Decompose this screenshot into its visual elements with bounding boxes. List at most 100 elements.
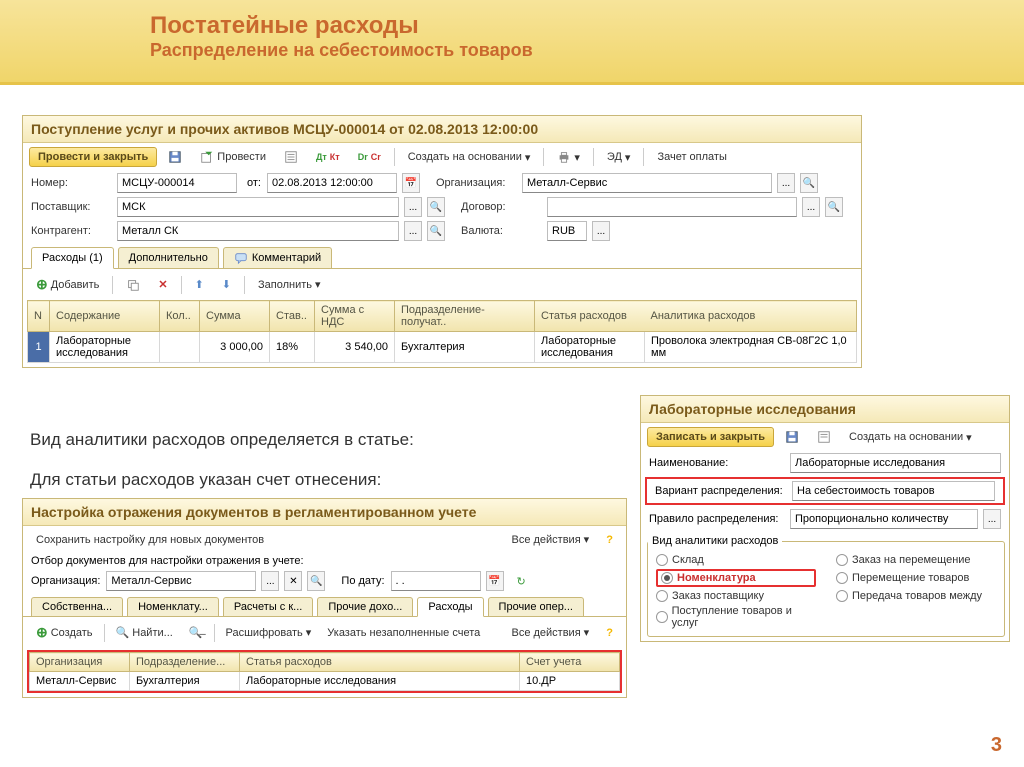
radio-label: Заказ на перемещение	[852, 554, 971, 566]
diskette-icon	[168, 150, 182, 164]
date-field[interactable]	[267, 173, 397, 193]
contract-open-button[interactable]: 🔍	[825, 197, 843, 217]
unfilled-accounts-button[interactable]: Указать незаполненные счета	[320, 624, 487, 642]
radio-поступление-товаров-и-услуг[interactable]: Поступление товаров и услуг	[656, 605, 816, 629]
all-actions-button-2[interactable]: Все действия ▾	[504, 623, 596, 642]
move-down-button[interactable]: ⬇	[215, 275, 238, 294]
radio-label: Поступление товаров и услуг	[672, 605, 816, 629]
table-header-row: N Содержание Кол.. Сумма Став.. Сумма с …	[28, 301, 857, 332]
radio-склад[interactable]: Склад	[656, 554, 816, 566]
refresh-icon: ↻	[517, 575, 526, 588]
org-select-button[interactable]: ...	[777, 173, 795, 193]
save-button-2[interactable]	[778, 427, 806, 447]
article-card-pane: Лабораторные исследования Записать и зак…	[640, 395, 1010, 642]
radio-передача-товаров-между[interactable]: Передача товаров между	[836, 590, 996, 602]
radio-label: Номенклатура	[677, 572, 756, 584]
supplier-open-button[interactable]: 🔍	[427, 197, 445, 217]
payment-offset-button[interactable]: Зачет оплаты	[650, 148, 733, 166]
table-header-row: Организация Подразделение... Статья расх…	[30, 653, 620, 672]
label-from: от:	[247, 177, 261, 189]
help-icon: ?	[606, 627, 613, 639]
x-icon: ✕	[158, 278, 167, 291]
table-row[interactable]: Металл-Сервис Бухгалтерия Лабораторные и…	[30, 672, 620, 691]
tab-comment[interactable]: Комментарий	[223, 247, 332, 268]
radio-заказ-на-перемещение[interactable]: Заказ на перемещение	[836, 554, 996, 566]
contract-field[interactable]	[547, 197, 797, 217]
post-icon	[200, 150, 214, 164]
todate-cal-button[interactable]: 📅	[486, 571, 504, 591]
copy-row-button[interactable]	[119, 275, 147, 295]
currency-field[interactable]	[547, 221, 587, 241]
tab-other-ops[interactable]: Прочие опер...	[488, 597, 584, 616]
save-and-close-button[interactable]: Записать и закрыть	[647, 427, 774, 447]
todate-field[interactable]	[391, 571, 481, 591]
article-card-title: Лабораторные исследования	[641, 396, 1009, 423]
org-filter-open[interactable]: 🔍	[307, 571, 325, 591]
printer-icon	[557, 150, 571, 164]
help-button-2[interactable]: ?	[599, 624, 620, 642]
all-actions-button[interactable]: Все действия ▾	[504, 530, 596, 549]
org-open-button[interactable]: 🔍	[800, 173, 818, 193]
magnifier-icon: 🔍	[116, 626, 130, 639]
move-up-button[interactable]: ⬆	[188, 275, 211, 294]
document-tabs: Расходы (1) Дополнительно Комментарий	[23, 243, 861, 269]
contractor-open-button[interactable]: 🔍	[427, 221, 445, 241]
drcr-button[interactable]: DrCr	[351, 149, 388, 165]
fill-button[interactable]: Заполнить ▾	[251, 275, 328, 294]
supplier-field[interactable]	[117, 197, 399, 217]
label-contractor: Контрагент:	[31, 225, 111, 237]
save-button[interactable]	[161, 147, 189, 167]
report-button-2[interactable]	[810, 427, 838, 447]
rule-select-button[interactable]: ...	[983, 509, 1001, 529]
clear-find-button[interactable]: 🔍̶	[182, 623, 210, 642]
post-button[interactable]: Провести	[193, 147, 273, 167]
tab-own[interactable]: Собственна...	[31, 597, 123, 616]
variant-field[interactable]	[792, 481, 995, 501]
tab-nomen[interactable]: Номенклату...	[127, 597, 219, 616]
print-button[interactable]: ▾	[550, 147, 587, 167]
radio-icon	[656, 590, 668, 602]
org-filter-clear[interactable]: ✕	[284, 571, 302, 591]
rule-field[interactable]	[790, 509, 978, 529]
decode-button[interactable]: Расшифровать ▾	[219, 623, 319, 642]
post-and-close-button[interactable]: Провести и закрыть	[29, 147, 157, 167]
find-button[interactable]: 🔍Найти...	[109, 623, 180, 642]
calendar-button[interactable]: 📅	[402, 173, 420, 193]
create-based-button[interactable]: Создать на основании ▾	[401, 148, 538, 167]
contractor-field[interactable]	[117, 221, 399, 241]
create-button[interactable]: ⊕Создать	[29, 621, 100, 644]
add-row-button[interactable]: ⊕ Добавить	[29, 273, 106, 296]
number-field[interactable]	[117, 173, 237, 193]
radio-label: Заказ поставщику	[672, 590, 764, 602]
contractor-select-button[interactable]: ...	[404, 221, 422, 241]
tab-additional[interactable]: Дополнительно	[118, 247, 219, 268]
currency-select-button[interactable]: ...	[592, 221, 610, 241]
radio-номенклатура[interactable]: Номенклатура	[656, 569, 816, 587]
tab-settlements[interactable]: Расчеты с к...	[223, 597, 314, 616]
ed-button[interactable]: ЭД ▾	[600, 148, 638, 167]
save-for-new-button[interactable]: Сохранить настройку для новых документов	[29, 531, 271, 549]
org-field[interactable]	[522, 173, 772, 193]
radio-label: Передача товаров между	[852, 590, 982, 602]
org-filter-field[interactable]	[106, 571, 256, 591]
report-button[interactable]	[277, 147, 305, 167]
delete-row-button[interactable]: ✕	[151, 275, 174, 294]
label-org2: Организация:	[31, 575, 100, 587]
document-toolbar: Провести и закрыть Провести ДтКт DrCr Со…	[23, 143, 861, 171]
table-row[interactable]: 1 Лабораторные исследования 3 000,00 18%…	[28, 332, 857, 363]
radio-перемещение-товаров[interactable]: Перемещение товаров	[836, 569, 996, 587]
art-name-field[interactable]	[790, 453, 1001, 473]
tab-expenses[interactable]: Расходы (1)	[31, 247, 114, 269]
radio-icon	[836, 572, 848, 584]
tab-other-income[interactable]: Прочие дохо...	[317, 597, 413, 616]
dtkt-button[interactable]: ДтКт	[309, 149, 347, 165]
supplier-select-button[interactable]: ...	[404, 197, 422, 217]
radio-заказ-поставщику[interactable]: Заказ поставщику	[656, 590, 816, 602]
contract-select-button[interactable]: ...	[802, 197, 820, 217]
tab-expenses2[interactable]: Расходы	[417, 597, 483, 617]
help-button[interactable]: ?	[599, 531, 620, 549]
radio-icon	[656, 611, 668, 623]
create-based-button-2[interactable]: Создать на основании ▾	[842, 428, 979, 447]
refresh-button[interactable]: ↻	[510, 572, 533, 591]
org-filter-select[interactable]: ...	[261, 571, 279, 591]
